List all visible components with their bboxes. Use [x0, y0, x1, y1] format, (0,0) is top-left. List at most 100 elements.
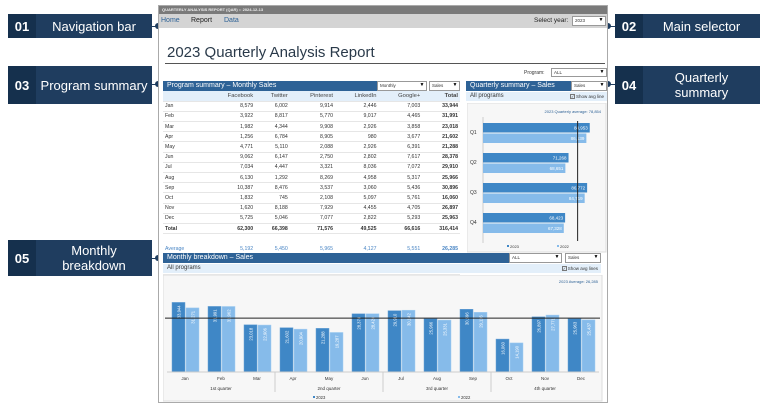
column-header: Twitter	[255, 91, 290, 102]
table-row: Jan 8,579 6,002 9,914 2,446 7,003 33,944	[163, 101, 460, 112]
monthly-measure-select[interactable]: Sales ▼	[565, 253, 601, 263]
table-cell: 21,288	[422, 141, 460, 153]
callout-navigation-bar: 01 Navigation bar	[8, 14, 152, 38]
bar-label: 23,018	[249, 327, 254, 340]
table-row: May 4,771 5,110 2,088 2,926 6,391 21,288	[163, 141, 460, 153]
callout-label: Program summary	[40, 77, 148, 93]
category-label: Q2	[470, 160, 477, 166]
legend-swatch-2023	[507, 245, 509, 247]
bar-label: 20,904	[299, 331, 304, 344]
bar-label: 14,190	[515, 345, 520, 358]
table-cell: 49,525	[335, 222, 379, 235]
table-cell: 62,300	[205, 222, 256, 235]
bar-label: 21,602	[285, 330, 290, 343]
table-cell: 4,771	[205, 141, 256, 153]
subtitle-text: All programs	[470, 93, 504, 99]
table-cell: Sep	[163, 182, 206, 194]
report-window: QUARTERLY ANALYSIS REPORT (QAR) :: 2024-…	[158, 5, 608, 403]
nav-home[interactable]: Home	[161, 17, 180, 24]
table-cell: 2,446	[335, 101, 379, 112]
category-label: Q4	[470, 220, 477, 226]
table-cell: 6,784	[255, 131, 290, 143]
table-cell: 7,072	[378, 162, 423, 174]
table-cell: 2,802	[335, 152, 379, 163]
table-cell: 1,982	[205, 121, 256, 133]
column-header	[163, 91, 206, 102]
column-header: Facebook	[205, 91, 256, 102]
table-cell: 9,017	[335, 111, 379, 123]
table-cell: 6,002	[255, 101, 290, 112]
callout-program-summary: 03 Program summary	[8, 66, 152, 104]
checkbox-icon: ✓	[561, 266, 567, 272]
chevron-down-icon: ▼	[452, 82, 458, 88]
table-cell: Apr	[163, 131, 206, 143]
program-select[interactable]: ALL ▼	[551, 68, 607, 77]
chevron-down-icon: ▼	[599, 69, 605, 75]
nav-data[interactable]: Data	[224, 17, 239, 24]
table-cell: 4,958	[335, 172, 379, 184]
table-cell: 5,761	[378, 192, 423, 204]
period-select[interactable]: Monthly ▼	[377, 81, 427, 91]
column-header: Total	[422, 91, 460, 102]
bar-label: 30,142	[407, 313, 412, 326]
legend-swatch-2022	[557, 245, 559, 247]
bar-label: 86,772	[571, 186, 585, 191]
callout-number: 01	[8, 14, 36, 38]
table-cell: 7,929	[289, 203, 335, 214]
table-cell: Mar	[163, 121, 206, 133]
bar-label: 21,288	[321, 331, 326, 344]
monthly-chart: 2023 Average: 26,285 33,944 31,271 Jan 31,99…	[163, 275, 603, 402]
quarterly-chart: 2023 Quarterly average: 78,854 Q1 88,953 86…	[467, 103, 607, 253]
table-cell: Jan	[163, 101, 206, 112]
measure-value: Sales	[432, 83, 444, 88]
bar-label: 31,991	[213, 309, 218, 322]
table-row: Feb 3,922 8,817 5,770 9,017 4,465 31,991	[163, 111, 460, 123]
program-value: ALL	[554, 70, 563, 75]
table-cell: Jun	[163, 152, 206, 163]
table-cell: 26,897	[422, 203, 460, 214]
table-cell: 2,750	[289, 152, 335, 163]
month-label: Oct	[505, 376, 513, 381]
select-year-label: Select year:	[534, 17, 569, 24]
bar-label: 33,944	[177, 305, 182, 318]
table-cell: 5,097	[335, 192, 379, 204]
avg-label: 2023 Quarterly average: 78,854	[545, 109, 602, 114]
month-label: Aug	[433, 376, 442, 381]
table-row: Nov 1,620 8,188 7,929 4,455 4,705 26,897	[163, 203, 460, 214]
show-avg-line-checkbox[interactable]: ✓ Show avg line	[569, 92, 604, 101]
quarterly-summary-header: Quarterly summary – Sales	[466, 81, 581, 91]
chevron-down-icon: ▼	[598, 17, 604, 23]
callout-quarterly-summary: 04 Quarterly summary	[615, 66, 760, 104]
table-cell: 30,896	[422, 182, 460, 194]
bar-label: 25,437	[587, 322, 592, 335]
quarterly-measure-select[interactable]: Sales ▼	[571, 81, 607, 91]
table-cell: 8,905	[289, 131, 335, 143]
bar-label: 22,906	[263, 327, 268, 340]
show-avg-lines-checkbox[interactable]: ✓ Show avg lines	[561, 264, 598, 273]
table-cell: 5,436	[378, 182, 423, 194]
table-cell: 6,147	[255, 152, 290, 163]
table-cell: 8,817	[255, 111, 290, 123]
legend-label: 2023	[316, 395, 326, 400]
nav-report[interactable]: Report	[191, 17, 212, 24]
year-select[interactable]: 2023 ▼	[572, 16, 606, 26]
table-cell: 3,537	[289, 182, 335, 194]
table-cell: 66,616	[378, 222, 423, 235]
program-filter-label: Program:	[524, 70, 545, 76]
chevron-down-icon: ▼	[599, 82, 605, 88]
callout-label: Quarterly summary	[674, 70, 729, 100]
table-cell: 9,908	[289, 121, 335, 133]
table-cell: 980	[335, 131, 379, 143]
measure-select[interactable]: Sales ▼	[429, 81, 460, 91]
filter-value: ALL	[512, 255, 521, 260]
chevron-down-icon: ▼	[419, 82, 425, 88]
table-cell: 316,414	[422, 222, 460, 235]
monthly-filter-select[interactable]: ALL ▼	[509, 253, 562, 263]
title-divider	[165, 63, 605, 64]
legend-swatch-2022	[458, 396, 460, 398]
bar-label: 29,116	[479, 315, 484, 328]
checkbox-label: Show avg lines	[567, 266, 598, 271]
category-label: Q3	[470, 190, 477, 196]
quarterly-subtitle: All programs ✓ Show avg line	[466, 92, 607, 101]
table-cell: 3,858	[378, 121, 423, 133]
